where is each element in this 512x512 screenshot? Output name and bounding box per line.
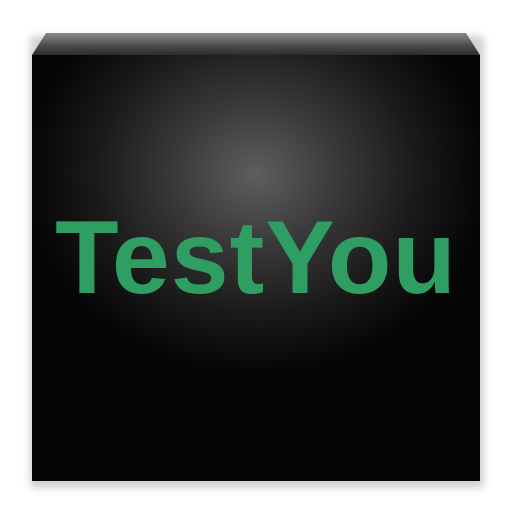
icon-top-bevel — [32, 33, 480, 55]
app-icon-canvas: TestYou — [0, 0, 512, 512]
app-name-label: TestYou — [55, 200, 457, 316]
